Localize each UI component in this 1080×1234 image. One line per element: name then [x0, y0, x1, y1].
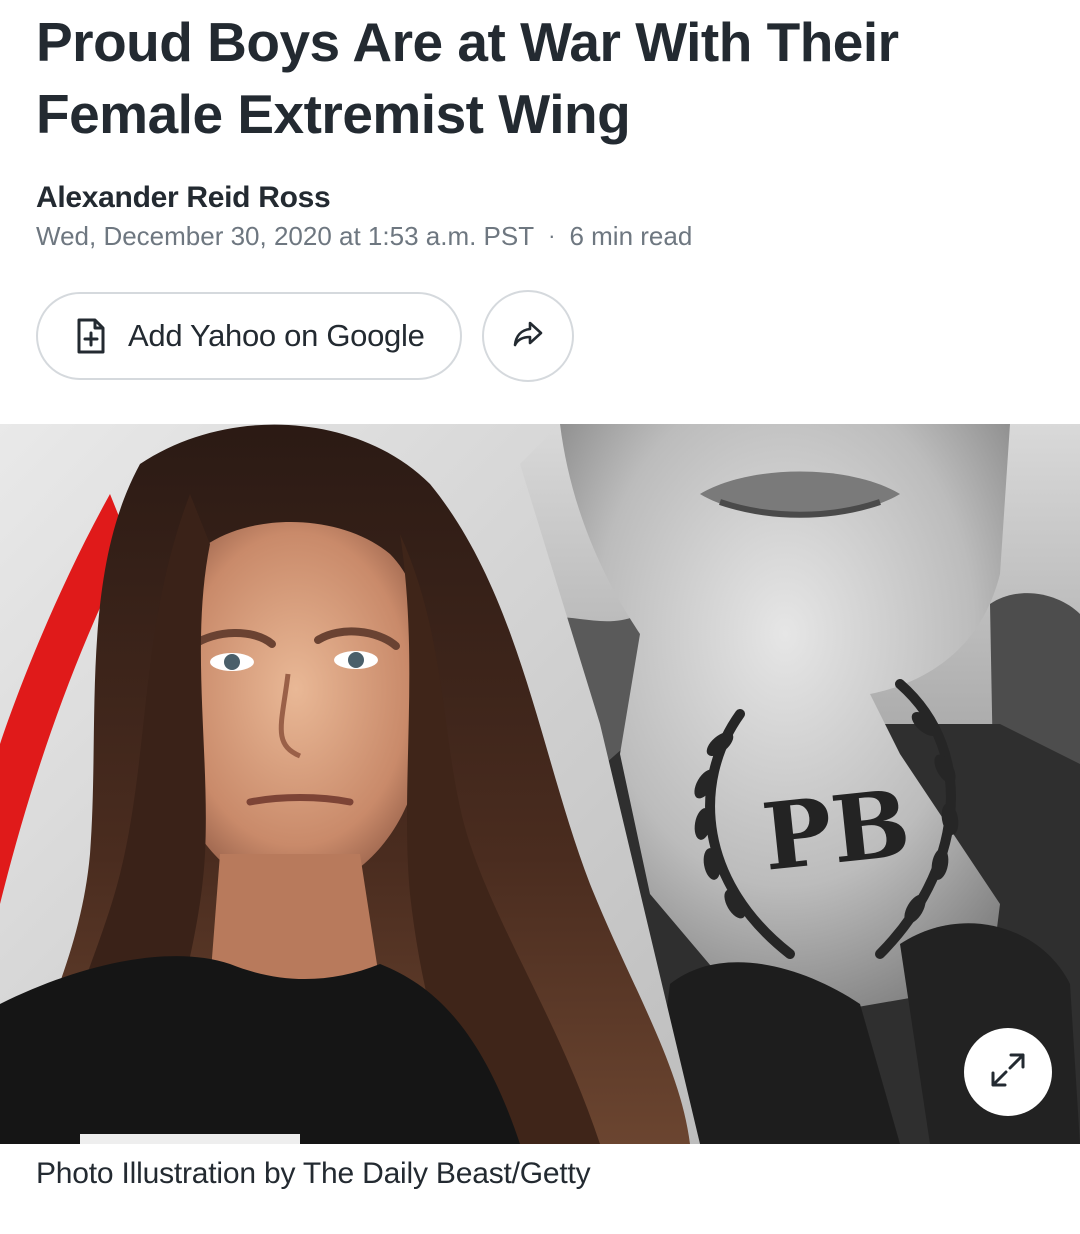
expand-image-button[interactable]	[964, 1028, 1052, 1116]
hero-image: PB	[0, 424, 1080, 1144]
image-caption: Photo Illustration by The Daily Beast/Ge…	[36, 1157, 591, 1190]
expand-arrows-icon	[988, 1050, 1028, 1095]
article-actions: Add Yahoo on Google	[36, 290, 574, 382]
article-meta: Wed, December 30, 2020 at 1:53 a.m. PST …	[36, 220, 692, 252]
read-time: 6 min read	[569, 221, 693, 251]
photo-illustration: PB	[0, 424, 1080, 1144]
author-name[interactable]: Alexander Reid Ross	[36, 180, 692, 216]
share-arrow-icon	[512, 320, 544, 353]
meta-separator: ·	[548, 223, 556, 248]
tattoo-text: PB	[758, 769, 915, 892]
document-plus-icon	[76, 318, 106, 354]
byline: Alexander Reid Ross Wed, December 30, 20…	[36, 180, 692, 252]
article-header: Proud Boys Are at War With Their Female …	[36, 6, 1046, 150]
publish-date: Wed, December 30, 2020 at 1:53 a.m. PST	[36, 221, 535, 251]
share-button[interactable]	[482, 290, 574, 382]
add-yahoo-on-google-button[interactable]: Add Yahoo on Google	[36, 292, 462, 380]
add-yahoo-on-google-label: Add Yahoo on Google	[128, 318, 425, 353]
article-headline: Proud Boys Are at War With Their Female …	[36, 11, 899, 145]
